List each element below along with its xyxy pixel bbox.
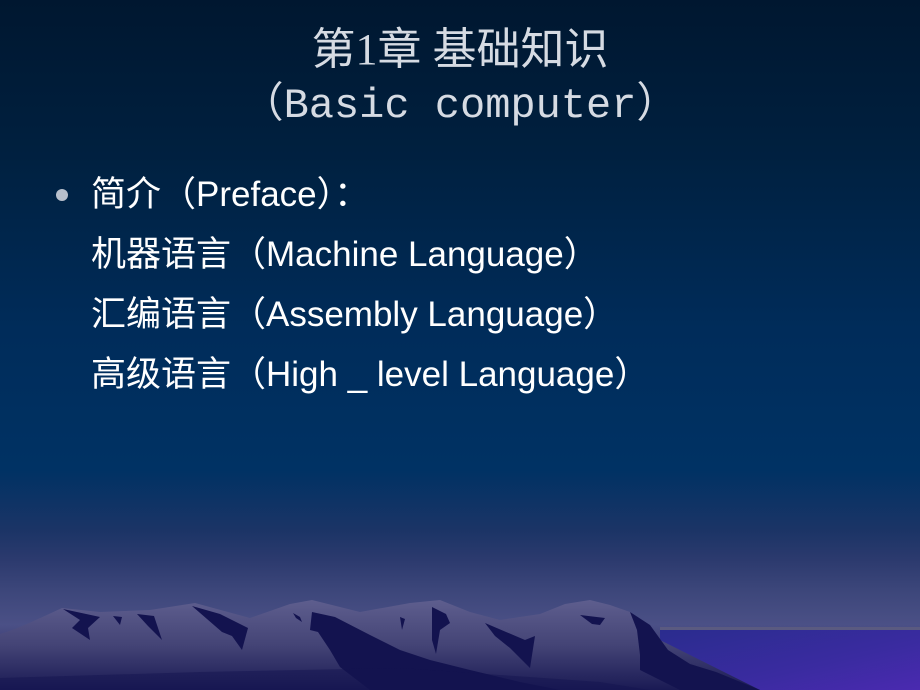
bullet-dot-icon (56, 189, 68, 201)
bullet-item: 简介（Preface）： 机器语言（Machine Language） 汇编语言… (56, 165, 649, 405)
slide-body: 简介（Preface）： 机器语言（Machine Language） 汇编语言… (56, 165, 649, 405)
subitem-high-level-language: 高级语言（High _ level Language） (91, 355, 650, 394)
slide: 第1章 基础知识 （Basic computer） 简介（Preface）： 机… (0, 0, 920, 690)
title-chinese: 第1章 基础知识 (311, 25, 609, 74)
subitem-machine-language: 机器语言（Machine Language） (91, 235, 599, 274)
slide-title: 第1章 基础知识 （Basic computer） (0, 22, 920, 134)
bullet-text-preface: 简介（Preface）： (91, 175, 370, 214)
title-english: （Basic computer） (241, 82, 679, 130)
horizon-line (660, 627, 920, 630)
subitem-assembly-language: 汇编语言（Assembly Language） (91, 295, 619, 334)
